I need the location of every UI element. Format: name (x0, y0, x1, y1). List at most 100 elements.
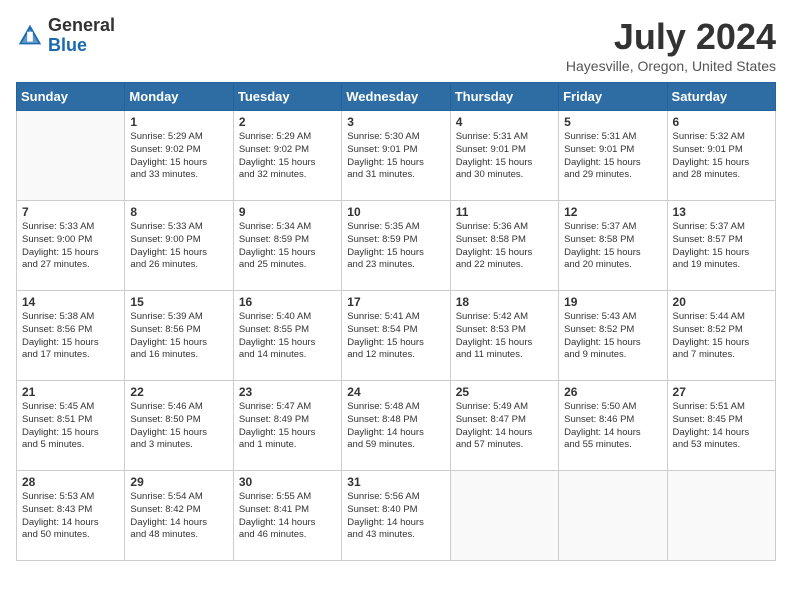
cell-info: Sunrise: 5:31 AM Sunset: 9:01 PM Dayligh… (456, 131, 553, 182)
cell-info: Sunrise: 5:48 AM Sunset: 8:48 PM Dayligh… (347, 401, 444, 452)
cell-info: Sunrise: 5:51 AM Sunset: 8:45 PM Dayligh… (673, 401, 770, 452)
calendar-cell: 21Sunrise: 5:45 AM Sunset: 8:51 PM Dayli… (17, 381, 125, 471)
logo-text: General Blue (48, 16, 115, 56)
calendar-cell: 10 Sunrise: 5:35 AM Sunset: 8:59 PM Dayli… (342, 201, 450, 291)
calendar-cell: 1 Sunrise: 5:29 AM Sunset: 9:02 PM Daylig… (125, 111, 233, 201)
calendar-cell: 12Sunrise: 5:37 AM Sunset: 8:58 PM Dayli… (559, 201, 667, 291)
cell-info: Sunrise: 5:46 AM Sunset: 8:50 PM Dayligh… (130, 401, 227, 452)
day-number: 30 (239, 475, 336, 489)
cell-info: Sunrise: 5:39 AM Sunset: 8:56 PM Dayligh… (130, 311, 227, 362)
calendar-cell: 22 Sunrise: 5:46 AM Sunset: 8:50 PM Dayli… (125, 381, 233, 471)
day-number: 13 (673, 205, 770, 219)
calendar-cell: 28Sunrise: 5:53 AM Sunset: 8:43 PM Dayli… (17, 471, 125, 561)
day-number: 20 (673, 295, 770, 309)
day-number: 2 (239, 115, 336, 129)
cell-info: Sunrise: 5:42 AM Sunset: 8:53 PM Dayligh… (456, 311, 553, 362)
cell-info: Sunrise: 5:32 AM Sunset: 9:01 PM Dayligh… (673, 131, 770, 182)
day-number: 25 (456, 385, 553, 399)
calendar-cell: 2 Sunrise: 5:29 AM Sunset: 9:02 PM Daylig… (233, 111, 341, 201)
calendar-cell: 23 Sunrise: 5:47 AM Sunset: 8:49 PM Dayli… (233, 381, 341, 471)
day-number: 19 (564, 295, 661, 309)
calendar-cell: 14 Sunrise: 5:38 AM Sunset: 8:56 PM Dayli… (17, 291, 125, 381)
day-number: 21 (22, 385, 119, 399)
calendar-cell (17, 111, 125, 201)
day-header-monday: Monday (125, 83, 233, 111)
calendar-cell: 11Sunrise: 5:36 AM Sunset: 8:58 PM Dayli… (450, 201, 558, 291)
cell-info: Sunrise: 5:38 AM Sunset: 8:56 PM Dayligh… (22, 311, 119, 362)
day-number: 6 (673, 115, 770, 129)
cell-info: Sunrise: 5:31 AM Sunset: 9:01 PM Dayligh… (564, 131, 661, 182)
day-number: 1 (130, 115, 227, 129)
day-number: 24 (347, 385, 444, 399)
day-number: 10 (347, 205, 444, 219)
subtitle: Hayesville, Oregon, United States (566, 58, 776, 74)
day-number: 27 (673, 385, 770, 399)
calendar-cell: 29 Sunrise: 5:54 AM Sunset: 8:42 PM Dayli… (125, 471, 233, 561)
day-number: 23 (239, 385, 336, 399)
cell-info: Sunrise: 5:29 AM Sunset: 9:02 PM Dayligh… (130, 131, 227, 182)
calendar-cell: 24 Sunrise: 5:48 AM Sunset: 8:48 PM Dayli… (342, 381, 450, 471)
day-number: 8 (130, 205, 227, 219)
cell-info: Sunrise: 5:56 AM Sunset: 8:40 PM Dayligh… (347, 491, 444, 542)
cell-info: Sunrise: 5:37 AM Sunset: 8:57 PM Dayligh… (673, 221, 770, 272)
calendar-table: SundayMondayTuesdayWednesdayThursdayFrid… (16, 82, 776, 561)
week-row-3: 14 Sunrise: 5:38 AM Sunset: 8:56 PM Dayli… (17, 291, 776, 381)
calendar-cell (667, 471, 775, 561)
logo: General Blue (16, 16, 115, 56)
calendar-cell: 15 Sunrise: 5:39 AM Sunset: 8:56 PM Dayli… (125, 291, 233, 381)
cell-info: Sunrise: 5:36 AM Sunset: 8:58 PM Dayligh… (456, 221, 553, 272)
day-number: 12 (564, 205, 661, 219)
day-header-friday: Friday (559, 83, 667, 111)
cell-info: Sunrise: 5:33 AM Sunset: 9:00 PM Dayligh… (22, 221, 119, 272)
calendar-cell: 3 Sunrise: 5:30 AM Sunset: 9:01 PM Daylig… (342, 111, 450, 201)
cell-info: Sunrise: 5:43 AM Sunset: 8:52 PM Dayligh… (564, 311, 661, 362)
calendar-cell: 17Sunrise: 5:41 AM Sunset: 8:54 PM Dayli… (342, 291, 450, 381)
cell-info: Sunrise: 5:34 AM Sunset: 8:59 PM Dayligh… (239, 221, 336, 272)
day-number: 29 (130, 475, 227, 489)
calendar-cell: 16Sunrise: 5:40 AM Sunset: 8:55 PM Dayli… (233, 291, 341, 381)
calendar-header-row: SundayMondayTuesdayWednesdayThursdayFrid… (17, 83, 776, 111)
cell-info: Sunrise: 5:53 AM Sunset: 8:43 PM Dayligh… (22, 491, 119, 542)
page-header: General Blue July 2024 Hayesville, Orego… (16, 16, 776, 74)
day-number: 5 (564, 115, 661, 129)
day-header-tuesday: Tuesday (233, 83, 341, 111)
calendar-cell: 7Sunrise: 5:33 AM Sunset: 9:00 PM Daylig… (17, 201, 125, 291)
day-number: 9 (239, 205, 336, 219)
cell-info: Sunrise: 5:47 AM Sunset: 8:49 PM Dayligh… (239, 401, 336, 452)
cell-info: Sunrise: 5:30 AM Sunset: 9:01 PM Dayligh… (347, 131, 444, 182)
cell-info: Sunrise: 5:54 AM Sunset: 8:42 PM Dayligh… (130, 491, 227, 542)
calendar-cell: 27 Sunrise: 5:51 AM Sunset: 8:45 PM Dayli… (667, 381, 775, 471)
calendar-cell: 6 Sunrise: 5:32 AM Sunset: 9:01 PM Daylig… (667, 111, 775, 201)
calendar-cell: 25 Sunrise: 5:49 AM Sunset: 8:47 PM Dayli… (450, 381, 558, 471)
week-row-5: 28Sunrise: 5:53 AM Sunset: 8:43 PM Dayli… (17, 471, 776, 561)
cell-info: Sunrise: 5:35 AM Sunset: 8:59 PM Dayligh… (347, 221, 444, 272)
day-number: 3 (347, 115, 444, 129)
calendar-cell: 26Sunrise: 5:50 AM Sunset: 8:46 PM Dayli… (559, 381, 667, 471)
calendar-cell: 5 Sunrise: 5:31 AM Sunset: 9:01 PM Daylig… (559, 111, 667, 201)
day-number: 22 (130, 385, 227, 399)
calendar-cell: 19 Sunrise: 5:43 AM Sunset: 8:52 PM Dayli… (559, 291, 667, 381)
logo-blue-text: Blue (48, 35, 87, 55)
calendar-cell (559, 471, 667, 561)
calendar-cell: 9 Sunrise: 5:34 AM Sunset: 8:59 PM Daylig… (233, 201, 341, 291)
day-number: 15 (130, 295, 227, 309)
day-number: 4 (456, 115, 553, 129)
week-row-1: 1 Sunrise: 5:29 AM Sunset: 9:02 PM Daylig… (17, 111, 776, 201)
cell-info: Sunrise: 5:44 AM Sunset: 8:52 PM Dayligh… (673, 311, 770, 362)
calendar-cell: 20 Sunrise: 5:44 AM Sunset: 8:52 PM Dayli… (667, 291, 775, 381)
day-number: 18 (456, 295, 553, 309)
day-header-saturday: Saturday (667, 83, 775, 111)
main-title: July 2024 (566, 16, 776, 58)
day-number: 14 (22, 295, 119, 309)
day-number: 31 (347, 475, 444, 489)
day-header-wednesday: Wednesday (342, 83, 450, 111)
cell-info: Sunrise: 5:55 AM Sunset: 8:41 PM Dayligh… (239, 491, 336, 542)
cell-info: Sunrise: 5:41 AM Sunset: 8:54 PM Dayligh… (347, 311, 444, 362)
calendar-cell: 8Sunrise: 5:33 AM Sunset: 9:00 PM Daylig… (125, 201, 233, 291)
day-header-thursday: Thursday (450, 83, 558, 111)
logo-icon (16, 22, 44, 50)
week-row-4: 21Sunrise: 5:45 AM Sunset: 8:51 PM Dayli… (17, 381, 776, 471)
cell-info: Sunrise: 5:29 AM Sunset: 9:02 PM Dayligh… (239, 131, 336, 182)
cell-info: Sunrise: 5:49 AM Sunset: 8:47 PM Dayligh… (456, 401, 553, 452)
week-row-2: 7Sunrise: 5:33 AM Sunset: 9:00 PM Daylig… (17, 201, 776, 291)
